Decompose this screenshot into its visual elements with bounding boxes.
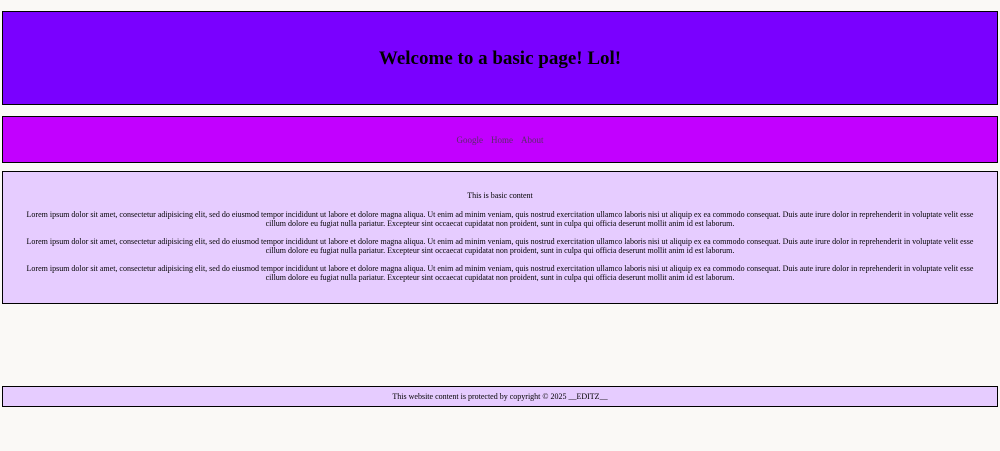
nav-link-google[interactable]: Google (457, 135, 484, 145)
nav-bar: Google Home About (2, 116, 998, 163)
content-section: This is basic content Lorem ipsum dolor … (2, 171, 998, 304)
page-header: Welcome to a basic page! Lol! (2, 11, 998, 105)
page-footer: This website content is protected by cop… (2, 386, 998, 407)
content-paragraph: Lorem ipsum dolor sit amet, consectetur … (26, 209, 974, 229)
nav-link-home[interactable]: Home (491, 135, 513, 145)
copyright-text: This website content is protected by cop… (392, 392, 608, 401)
content-title: This is basic content (467, 191, 533, 200)
nav-link-about[interactable]: About (521, 135, 544, 145)
page-title: Welcome to a basic page! Lol! (378, 47, 622, 69)
content-paragraph: Lorem ipsum dolor sit amet, consectetur … (26, 263, 974, 283)
content-paragraph: Lorem ipsum dolor sit amet, consectetur … (26, 236, 974, 256)
